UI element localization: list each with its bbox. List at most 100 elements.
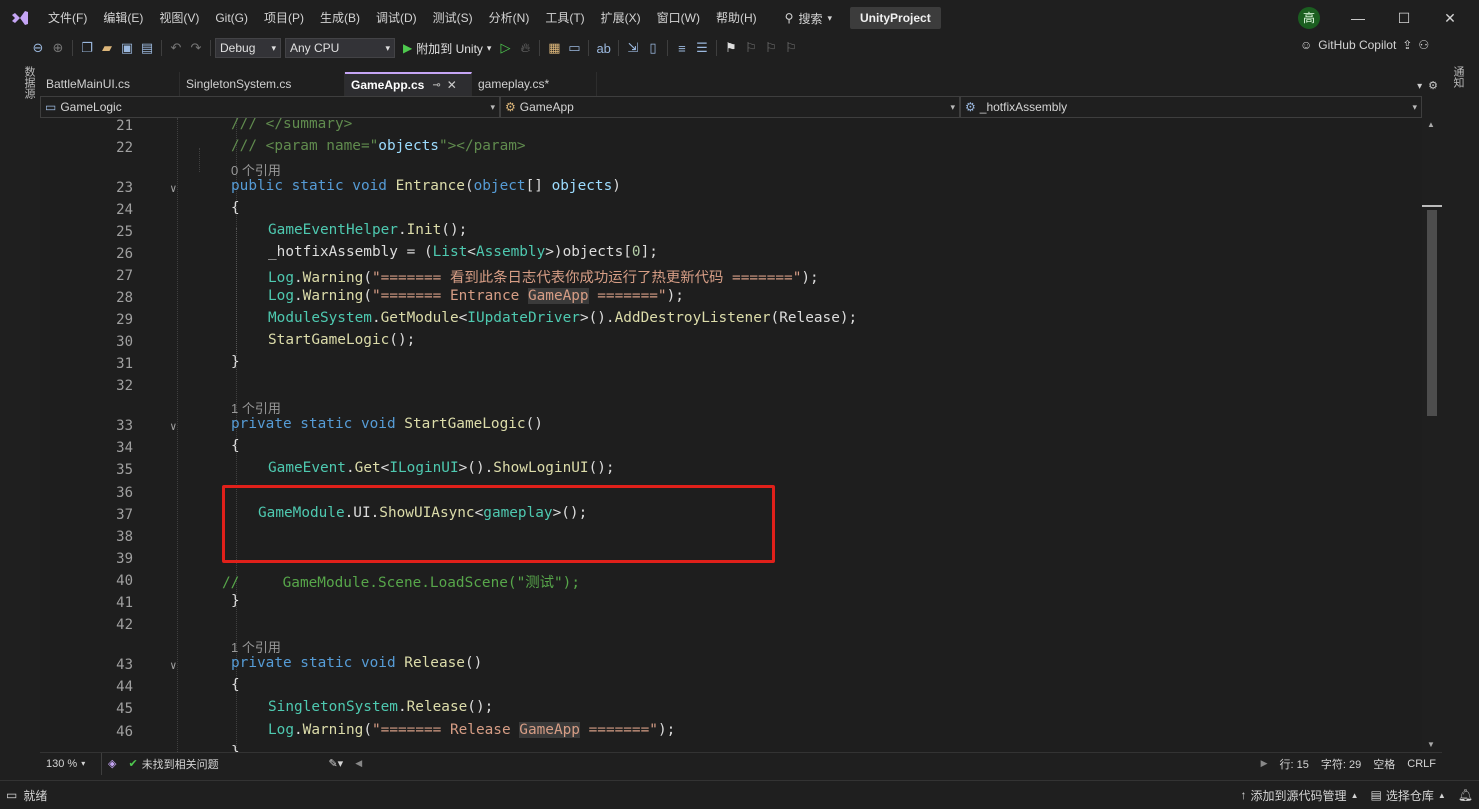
menu-build[interactable]: 生成(B) [312,0,368,36]
token: Log [268,722,294,738]
start-without-debugging-icon[interactable]: ▷ [495,37,515,59]
uncomment-icon[interactable]: ☰ [692,37,712,59]
code-line-40: // GameModule.Scene.LoadScene("测试"); [222,575,581,591]
scrollbar-thumb[interactable] [1427,210,1437,416]
token: GameApp [527,288,589,304]
maximize-button[interactable]: ☐ [1381,0,1427,36]
pin-icon[interactable]: ⊸ [432,80,440,91]
scroll-up-icon[interactable]: ▲ [1427,120,1435,129]
collapse-chevron-icon[interactable]: ∨ [170,659,177,672]
hot-reload-icon[interactable]: 🔥︎ [515,37,535,59]
menu-file[interactable]: 文件(F) [40,0,95,36]
scroll-right-icon[interactable]: ▶ [1255,753,1274,775]
github-copilot-button[interactable]: ☺ GitHub Copilot ⇪ ⚇ [1300,38,1429,52]
person-icon[interactable]: ⚇ [1418,38,1429,52]
token: ShowLoginUI [493,460,589,476]
tab-gameapp[interactable]: GameApp.cs ⊸ ✕ [345,72,472,96]
menu-window[interactable]: 窗口(W) [649,0,708,36]
code-cleanup-icon[interactable]: ✎▾ [322,753,349,775]
codelens-references[interactable]: 1 个引用 [231,398,281,417]
highlight-annotation-box [222,485,775,563]
token: /// <param name=" [231,138,379,154]
share-icon[interactable]: ⇪ [1402,38,1412,52]
close-icon[interactable]: ✕ [447,78,457,92]
tab-singletonsystem[interactable]: SingletonSystem.cs [180,72,345,96]
settings-icon[interactable]: ⚙ [1428,79,1442,96]
close-window-button[interactable]: ✕ [1427,0,1473,36]
line-ending-indicator[interactable]: CRLF [1401,753,1442,775]
menu-help[interactable]: 帮助(H) [708,0,765,36]
issues-indicator[interactable]: ✔ 未找到相关问题 [122,753,322,775]
token: >(). [579,310,615,326]
navigate-forward-icon[interactable]: ⊕ [48,37,68,59]
project-dropdown[interactable]: ▭ GameLogic ▾ [40,96,500,118]
menu-debug[interactable]: 调试(D) [368,0,425,36]
clear-bookmarks-icon[interactable]: ⚐ [781,37,801,59]
notifications-bell-icon[interactable]: 🔔︎ [1452,784,1479,806]
whitespace-indicator[interactable]: 空格 [1367,753,1401,775]
columns-icon[interactable]: ▯ [643,37,663,59]
tab-battlemainui[interactable]: BattleMainUI.cs [40,72,180,96]
step-icon[interactable]: ⇲ [623,37,643,59]
navigate-back-icon[interactable]: ⊖ [28,37,48,59]
comment-icon[interactable]: ≡ [672,37,692,59]
code-editor[interactable]: 21 22 23 24 25 26 27 28 29 30 31 32 33 3… [40,118,1422,752]
menu-git[interactable]: Git(G) [207,0,256,36]
chevron-down-icon: ▾ [490,101,495,112]
output-icon[interactable]: ▭ [0,784,23,806]
layout-icon[interactable]: ▭ [564,37,584,59]
new-project-icon[interactable]: ❐ [77,37,97,59]
select-repository-button[interactable]: ▤ 选择仓库 ▲ [1364,784,1451,806]
browser-icon[interactable]: ▦ [544,37,564,59]
scroll-left-icon[interactable]: ◀ [349,753,368,775]
spell-check-icon[interactable]: ab [593,37,613,59]
tab-gameplay[interactable]: gameplay.cs* [472,72,597,96]
save-icon[interactable]: ▣ [117,37,137,59]
codelens-references[interactable]: 1 个引用 [231,637,281,656]
add-to-source-control-label: 添加到源代码管理 [1250,788,1347,803]
open-file-icon[interactable]: ▰ [97,37,117,59]
platform-dropdown[interactable]: Any CPU ▾ [285,38,395,58]
line-number: 35 [116,462,133,478]
class-dropdown[interactable]: ⚙ GameApp ▾ [500,96,960,118]
menu-test[interactable]: 测试(S) [425,0,481,36]
search-button[interactable]: ⚲ 搜索 ▾ [775,10,842,27]
line-indicator[interactable]: 行: 15 [1274,753,1315,775]
solution-config-dropdown[interactable]: Debug ▾ [215,38,281,58]
member-dropdown[interactable]: ⚙ _hotfixAssembly ▾ [960,96,1422,118]
zoom-dropdown[interactable]: 130 % ▾ [40,752,102,775]
menu-tools[interactable]: 工具(T) [537,0,592,36]
char-indicator[interactable]: 字符: 29 [1315,753,1367,775]
next-bookmark-icon[interactable]: ⚐ [761,37,781,59]
menu-project[interactable]: 项目(P) [256,0,312,36]
token: Warning [302,270,364,286]
menu-analyze[interactable]: 分析(N) [481,0,538,36]
undo-icon[interactable]: ↶ [166,37,186,59]
tab-list-dropdown-icon[interactable]: ▾ [1417,81,1428,96]
menu-extensions[interactable]: 扩展(X) [593,0,649,36]
token: . [294,288,303,304]
codelens-references[interactable]: 0 个引用 [231,160,281,179]
previous-bookmark-icon[interactable]: ⚐ [741,37,761,59]
bookmark-icon[interactable]: ⚑ [721,37,741,59]
attach-to-unity-button[interactable]: ▶ 附加到 Unity ▾ [399,40,495,57]
avatar[interactable]: 高 [1298,7,1320,29]
redo-icon[interactable]: ↷ [186,37,206,59]
collapse-chevron-icon[interactable]: ∨ [170,182,177,195]
token: ); [657,722,676,738]
data-sources-side-tab[interactable]: 数据源 [17,66,37,126]
copilot-status-icon[interactable]: ◈ [102,753,122,775]
notifications-side-tab[interactable]: 通知 [1446,66,1466,126]
class-icon: ⚙ [505,100,516,114]
scroll-down-icon[interactable]: ▼ [1427,740,1435,749]
collapse-chevron-icon[interactable]: ∨ [170,420,177,433]
issues-text: 未找到相关问题 [141,758,219,771]
save-all-icon[interactable]: ▤ [137,37,157,59]
line-number: 38 [116,529,133,545]
menu-edit[interactable]: 编辑(E) [95,0,151,36]
add-to-source-control-button[interactable]: ↑ 添加到源代码管理 ▲ [1235,784,1365,806]
menu-view[interactable]: 视图(V) [151,0,207,36]
minimize-button[interactable]: — [1335,0,1381,36]
split-handle[interactable] [1422,205,1442,207]
attach-to-unity-label: 附加到 Unity [416,41,483,56]
